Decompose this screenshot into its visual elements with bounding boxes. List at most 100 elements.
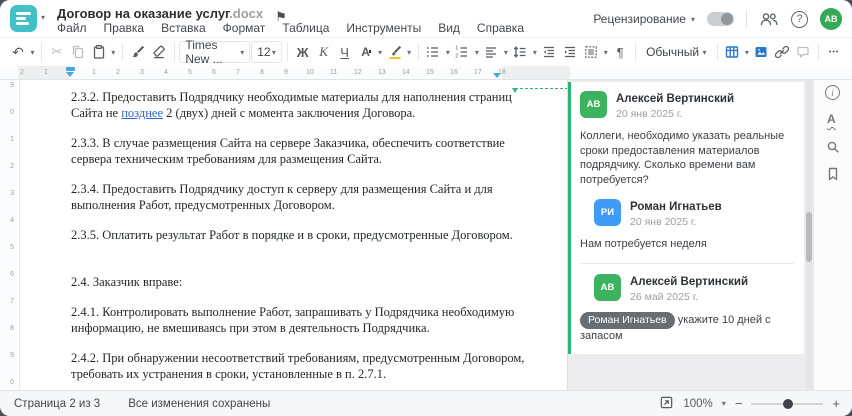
- paragraph-2-4[interactable]: 2.4. Заказчик вправе:: [71, 275, 539, 291]
- fit-width-icon[interactable]: [659, 395, 674, 413]
- zoom-out-button[interactable]: −: [735, 396, 743, 411]
- zoom-slider[interactable]: [751, 398, 824, 409]
- paste-caret-icon[interactable]: ▾: [110, 48, 117, 57]
- divider: [173, 43, 175, 61]
- font-size-select[interactable]: 12 ▾: [251, 41, 282, 63]
- menu-item[interactable]: Таблица: [282, 21, 329, 35]
- paragraph-2-3-2[interactable]: 2.3.2. Предоставить Подрядчику необходим…: [71, 90, 539, 121]
- info-icon[interactable]: i: [825, 85, 840, 100]
- comment-date: 26 май 2025 г.: [630, 290, 699, 303]
- document-title-extension: .docx: [229, 6, 264, 21]
- align-button[interactable]: [481, 41, 501, 63]
- document-title: Договор на оказание услуг.docx ⚑: [57, 6, 287, 24]
- user-avatar[interactable]: АВ: [820, 8, 842, 30]
- collaboration-users-icon[interactable]: [759, 11, 779, 27]
- indent-marker[interactable]: [66, 67, 75, 77]
- mention-pill[interactable]: Роман Игнатьев: [580, 311, 675, 329]
- cut-button[interactable]: ✂: [47, 41, 67, 63]
- zoom-slider-knob[interactable]: [783, 398, 794, 409]
- font-color-caret-icon[interactable]: ▾: [377, 48, 384, 57]
- ruler-number: 1: [44, 69, 48, 76]
- more-tools-button[interactable]: •••: [824, 41, 844, 63]
- increase-indent-button[interactable]: [560, 41, 580, 63]
- bookmark-icon[interactable]: [825, 166, 841, 187]
- bullet-list-button[interactable]: [423, 41, 443, 63]
- menu-item[interactable]: Справка: [477, 21, 524, 35]
- undo-button[interactable]: ↶: [8, 41, 28, 63]
- menu-item[interactable]: Вставка: [161, 21, 206, 35]
- divider: [635, 43, 637, 61]
- review-toggle[interactable]: [707, 12, 734, 26]
- insert-link-button[interactable]: [772, 41, 792, 63]
- paragraph-style-select[interactable]: Обычный ▾: [641, 41, 711, 63]
- comment-text: Коллеги, необходимо указать реальные сро…: [580, 130, 785, 186]
- format-painter-button[interactable]: [128, 41, 148, 63]
- insert-comment-button[interactable]: [793, 41, 813, 63]
- titlebar-right-controls: Рецензирование ▾ ? АВ: [593, 8, 842, 30]
- document-page[interactable]: 2.3.2. Предоставить Подрядчику необходим…: [20, 80, 568, 390]
- undo-caret-icon[interactable]: ▾: [29, 48, 36, 57]
- zoom-in-button[interactable]: +: [832, 396, 840, 411]
- paste-button[interactable]: [89, 41, 109, 63]
- paragraph-2-4-1[interactable]: 2.4.1. Контролировать выполнение Работ, …: [71, 305, 539, 336]
- clear-formatting-eraser-button[interactable]: [149, 41, 169, 63]
- highlight-button[interactable]: [385, 41, 405, 63]
- spellcheck-icon[interactable]: А: [827, 112, 836, 126]
- menu-item[interactable]: Файл: [57, 21, 87, 35]
- paragraph-2-3-3[interactable]: 2.3.3. В случае размещения Сайта на серв…: [71, 136, 539, 167]
- page-indicator[interactable]: Страница 2 из 3: [14, 398, 100, 410]
- insert-image-button[interactable]: [751, 41, 771, 63]
- numbered-list-button[interactable]: 12: [452, 41, 472, 63]
- paragraph-2-3-5[interactable]: 2.3.5. Оплатить результат Работ в порядк…: [71, 228, 539, 244]
- menu-item[interactable]: Вид: [438, 21, 460, 35]
- numbered-list-caret-icon[interactable]: ▾: [473, 48, 480, 57]
- comment-reply[interactable]: РИ Роман Игнатьев 20 янв 2025 г. Нам пот…: [580, 199, 794, 252]
- horizontal-ruler[interactable]: 2 1 1 2 3 4 5 6 7 8 9 10 11 12 13 14 15 16 17 18: [0, 66, 852, 80]
- ruler-number: 12: [354, 69, 362, 76]
- font-name-select[interactable]: Times New ... ▾: [179, 38, 251, 66]
- align-caret-icon[interactable]: ▾: [502, 48, 509, 57]
- zoom-caret-icon[interactable]: ▾: [722, 399, 726, 408]
- font-color-button[interactable]: А: [356, 41, 376, 63]
- paragraph-2-4-2[interactable]: 2.4.2. При обнаружении несоответствий тр…: [71, 351, 539, 382]
- decrease-indent-button[interactable]: [539, 41, 559, 63]
- comments-scrollbar[interactable]: [806, 80, 812, 390]
- bold-button[interactable]: Ж: [293, 41, 313, 63]
- comment-thread-card[interactable]: АВ Алексей Вертинский 20 янв 2025 г. Кол…: [568, 82, 804, 354]
- bullet-list-caret-icon[interactable]: ▾: [444, 48, 451, 57]
- scrollbar-thumb[interactable]: [806, 212, 812, 262]
- zoom-controls: 100% ▾ − +: [659, 395, 840, 413]
- paragraph-settings-button[interactable]: [581, 41, 601, 63]
- ruler-number: 6: [10, 271, 14, 278]
- menu-item[interactable]: Инструменты: [346, 21, 421, 35]
- comment-reply[interactable]: АВ Алексей Вертинский 26 май 2025 г. Ром…: [580, 273, 794, 344]
- app-logo-icon[interactable]: [10, 5, 37, 32]
- paragraph-2-3-4[interactable]: 2.3.4. Предоставить Подрядчику доступ к …: [71, 182, 539, 213]
- ruler-number: 10: [306, 69, 314, 76]
- line-spacing-button[interactable]: [510, 41, 530, 63]
- help-icon[interactable]: ?: [791, 10, 808, 28]
- copy-button[interactable]: [68, 41, 88, 63]
- zoom-level[interactable]: 100%: [683, 398, 712, 410]
- vertical-ruler[interactable]: 9 0 1 2 3 4 5 6 7 8 9 0: [0, 80, 20, 390]
- ruler-number: 9: [284, 69, 288, 76]
- insert-table-button[interactable]: [722, 41, 742, 63]
- menu-item[interactable]: Формат: [223, 21, 266, 35]
- italic-button[interactable]: К: [314, 41, 334, 63]
- line-spacing-caret-icon[interactable]: ▾: [531, 48, 538, 57]
- divider: [818, 43, 820, 61]
- highlight-caret-icon[interactable]: ▾: [406, 48, 413, 57]
- ruler-number: 2: [10, 163, 14, 170]
- logo-menu-caret-icon[interactable]: ▾: [41, 13, 45, 22]
- ruler-number: 17: [474, 69, 482, 76]
- ruler-number: 9: [10, 82, 14, 89]
- paragraph-settings-caret-icon[interactable]: ▾: [602, 48, 609, 57]
- insert-table-caret-icon[interactable]: ▾: [743, 48, 750, 57]
- divider: [40, 43, 42, 61]
- search-icon[interactable]: [825, 139, 841, 160]
- show-paragraph-marks-button[interactable]: ¶: [610, 41, 630, 63]
- menu-item[interactable]: Правка: [104, 21, 145, 35]
- review-mode-dropdown[interactable]: Рецензирование ▾: [593, 12, 695, 26]
- underline-button[interactable]: Ч: [335, 41, 355, 63]
- svg-text:1: 1: [456, 46, 459, 52]
